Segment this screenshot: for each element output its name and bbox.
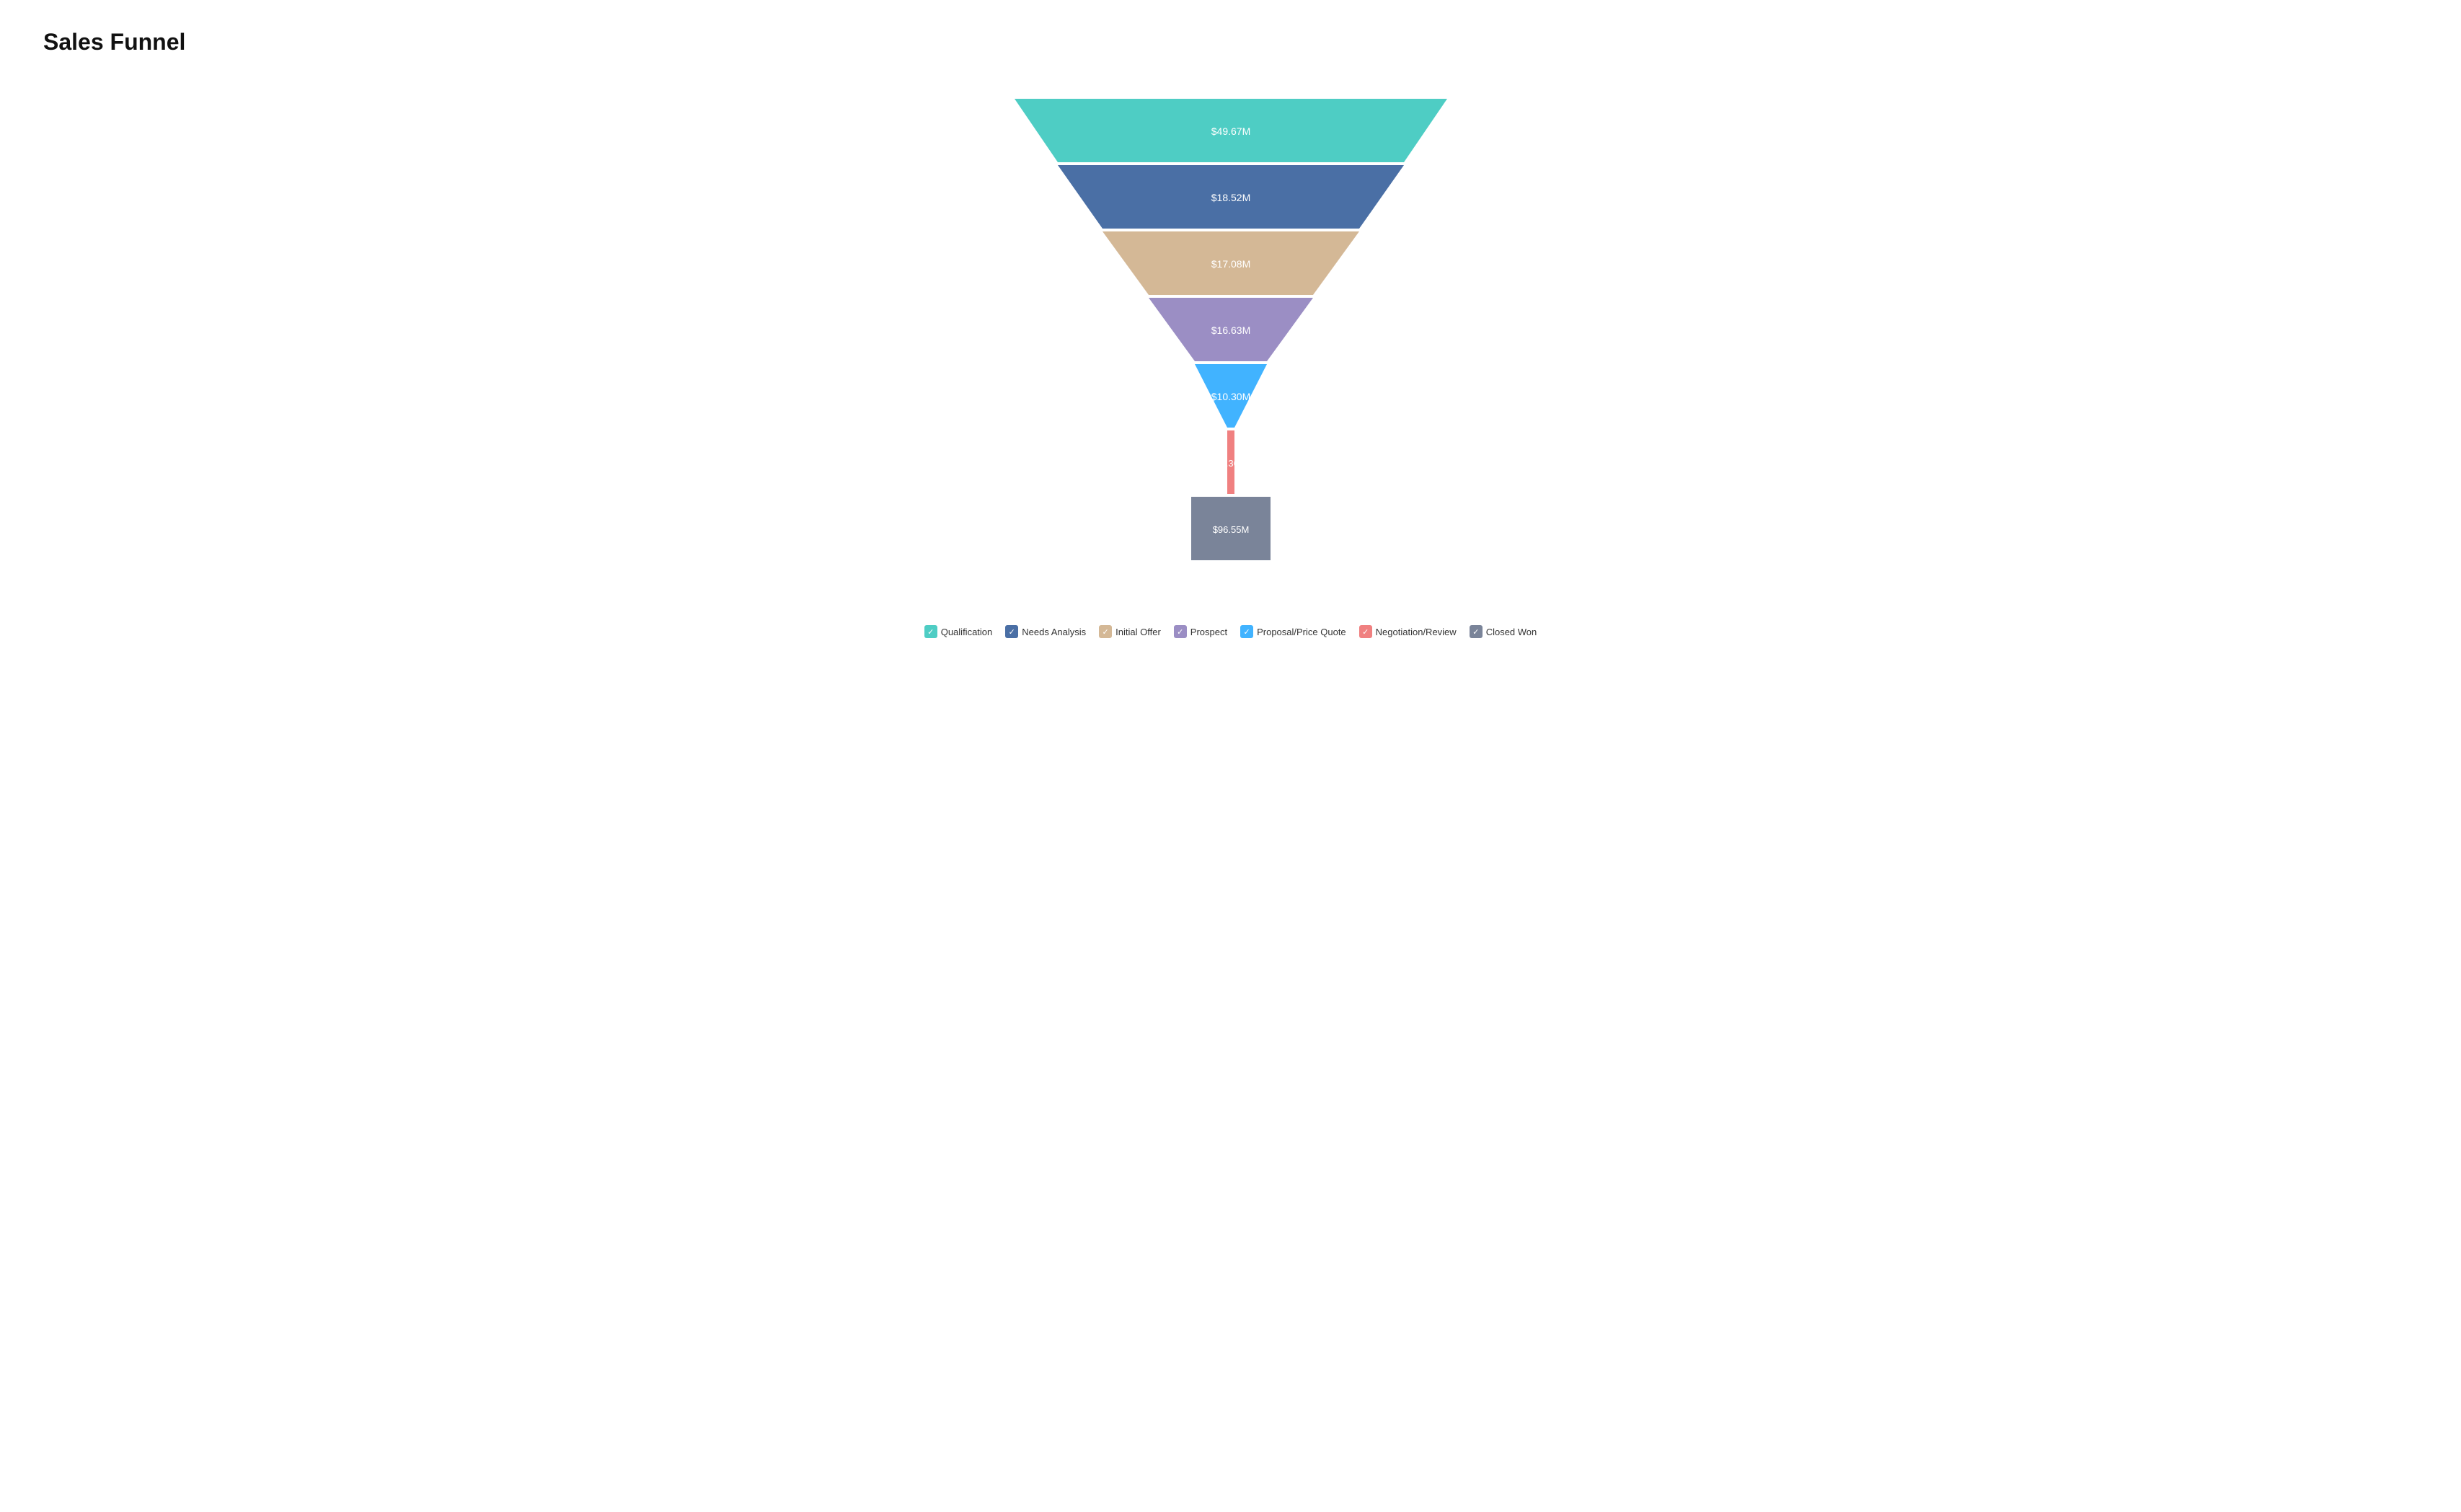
legend-check-qualification: ✓ (924, 625, 937, 638)
legend-label-qualification: Qualification (941, 627, 993, 637)
legend-label-needs-analysis: Needs Analysis (1022, 627, 1086, 637)
funnel-label-closed-won: $96.55M (1212, 524, 1249, 535)
legend-label-initial-offer: Initial Offer (1115, 627, 1161, 637)
legend-item-negotiation-review: ✓ Negotiation/Review (1359, 625, 1457, 638)
funnel-label-needs-analysis: $18.52M (1211, 192, 1250, 203)
legend-check-needs-analysis: ✓ (1005, 625, 1018, 638)
chart-legend: ✓Qualification✓Needs Analysis✓Initial Of… (924, 625, 1537, 638)
legend-label-negotiation-review: Negotiation/Review (1376, 627, 1457, 637)
legend-item-prospect: ✓Prospect (1174, 625, 1227, 638)
legend-item-needs-analysis: ✓ Needs Analysis (1005, 625, 1086, 638)
legend-item-qualification: ✓ Qualification (924, 625, 993, 638)
funnel-label-qualification: $49.67M (1211, 125, 1250, 137)
legend-check-prospect: ✓ (1174, 625, 1187, 638)
legend-check-closed-won: ✓ (1470, 625, 1483, 638)
legend-check-initial-offer: ✓ (1099, 625, 1112, 638)
legend-label-proposal-price-quote: Proposal/Price Quote (1257, 627, 1346, 637)
funnel-label-initial-offer: $17.08M (1211, 258, 1250, 270)
funnel-label-prospect: $16.63M (1211, 324, 1250, 336)
funnel-chart: $49.67M $18.52M $17.08M $16.63M $10.30M … (978, 99, 1483, 589)
page-title: Sales Funnel (43, 29, 185, 56)
legend-item-initial-offer: ✓Initial Offer (1099, 625, 1161, 638)
funnel-label-proposal: $10.30M (1211, 391, 1250, 402)
chart-container: $49.67M $18.52M $17.08M $16.63M $10.30M … (43, 99, 2418, 638)
legend-check-negotiation-review: ✓ (1359, 625, 1372, 638)
legend-label-prospect: Prospect (1190, 627, 1227, 637)
legend-item-closed-won: ✓Closed Won (1470, 625, 1537, 638)
legend-label-closed-won: Closed Won (1486, 627, 1537, 637)
legend-check-proposal-price-quote: ✓ (1240, 625, 1253, 638)
legend-item-proposal-price-quote: ✓ Proposal/Price Quote (1240, 625, 1346, 638)
funnel-label-negotiation: $4.36M (1215, 458, 1246, 469)
